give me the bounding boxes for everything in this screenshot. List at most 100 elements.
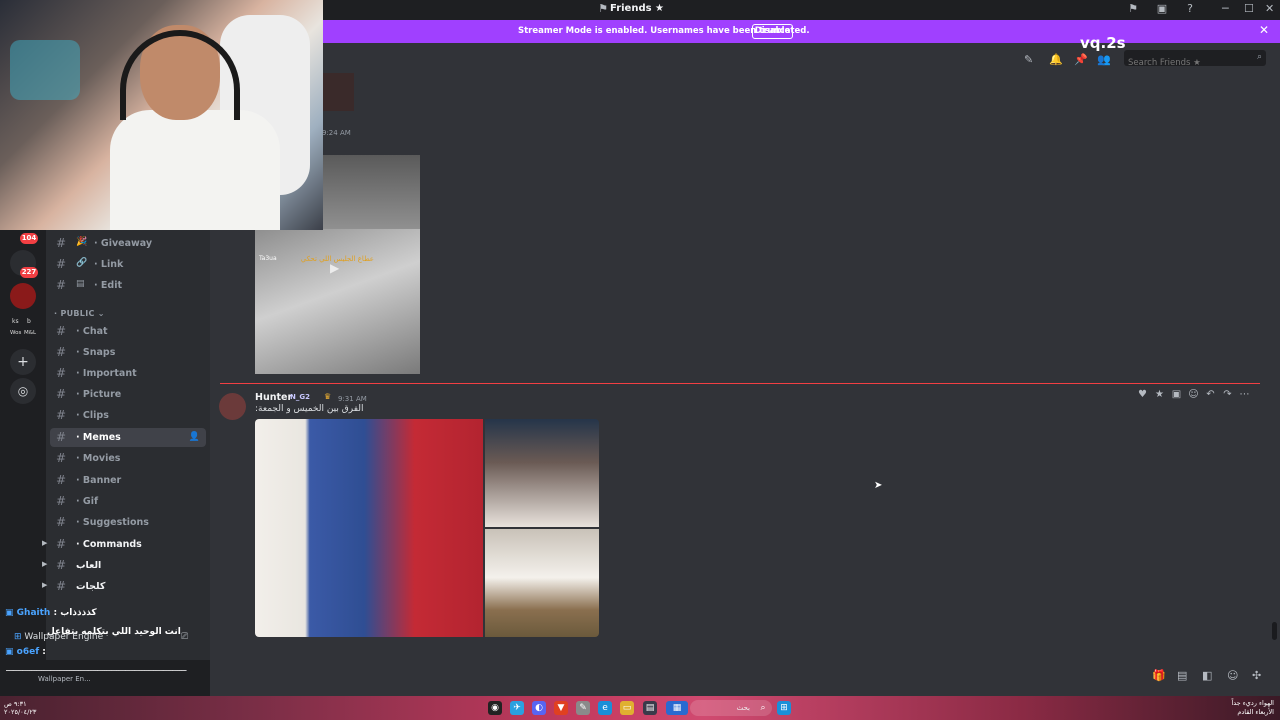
channel-banner[interactable]: # · Banner: [50, 471, 206, 490]
channel-label: كلجات: [76, 581, 106, 592]
channel-label: · Gif: [76, 496, 99, 507]
search-input[interactable]: [1124, 55, 1244, 71]
apps-icon[interactable]: ✣: [1252, 669, 1261, 682]
forward-icon[interactable]: ↷: [1219, 389, 1236, 400]
channel-words[interactable]: ▶ # كلجات: [42, 577, 206, 596]
image-attachment-grid: [255, 419, 599, 637]
maximize-button[interactable]: ☐: [1244, 2, 1254, 15]
channel-giveaway[interactable]: # 🎉 · Giveaway: [50, 234, 206, 253]
window-title: Friends ★: [610, 3, 665, 14]
star-reaction-icon[interactable]: ★: [1151, 389, 1168, 400]
help-icon[interactable]: ?: [1184, 3, 1196, 15]
server-label: b: [27, 318, 31, 325]
app-icon[interactable]: ▦: [666, 701, 688, 715]
invite-icon[interactable]: 👤: [189, 432, 200, 442]
search-icon: ⌕: [1256, 52, 1262, 62]
message-timestamp: 9:24 AM: [322, 129, 351, 137]
link-icon: 🔗: [76, 258, 88, 268]
server-label: ks: [12, 318, 19, 325]
webcam-person-shirt: [110, 110, 280, 230]
start-icon[interactable]: ⊞: [777, 701, 791, 715]
gif-icon[interactable]: ▤: [1177, 669, 1187, 682]
channel-snaps[interactable]: # · Snaps: [50, 343, 206, 362]
channel-memes[interactable]: # · Memes 👤: [50, 428, 206, 447]
chat-line: ▣ Ghaith : كذذذذاب: [5, 608, 97, 618]
inbox-icon[interactable]: ▣: [1156, 3, 1168, 15]
expand-arrow-icon[interactable]: ▶: [42, 539, 47, 547]
channel-chat[interactable]: # · Chat: [50, 322, 206, 341]
sticker-icon[interactable]: ◧: [1202, 669, 1212, 682]
threads-icon[interactable]: ✎: [1024, 53, 1033, 66]
channel-games[interactable]: ▶ # العاب: [42, 556, 206, 575]
server-rail: 104 227 ks b Wos M&L + ◎: [0, 230, 46, 660]
channel-commands[interactable]: ▶ # · Commands: [42, 535, 206, 554]
emoji-icon[interactable]: ☺: [1227, 669, 1238, 682]
telegram-icon[interactable]: ✈: [510, 701, 524, 715]
hash-icon: #: [56, 278, 67, 292]
channel-movies[interactable]: # · Movies: [50, 449, 206, 468]
category-public[interactable]: · PUBLIC ⌄: [54, 309, 105, 318]
reply-icon[interactable]: ↶: [1202, 389, 1219, 400]
minimize-button[interactable]: ─: [1222, 2, 1229, 15]
screen: { "window": { "title": "Friends", "title…: [0, 0, 1280, 720]
explore-servers-icon[interactable]: ◎: [10, 378, 36, 404]
app-icon[interactable]: ✎: [576, 701, 590, 715]
search-box[interactable]: ⌕: [1124, 50, 1266, 71]
channel-gif[interactable]: # · Gif: [50, 492, 206, 511]
channel-label: · Giveaway: [94, 238, 153, 249]
weather-widget[interactable]: الهواء رديء جداً الأربعاء القادم: [1212, 699, 1274, 717]
add-server-icon[interactable]: +: [10, 349, 36, 375]
disable-streamer-mode-button[interactable]: Disable: [752, 24, 793, 39]
channel-link[interactable]: # 🔗 · Link: [50, 255, 206, 274]
chat-line: ▣ o6ef :: [5, 647, 46, 657]
hash-icon: #: [56, 473, 67, 487]
message-actions: ♥ ★ ▣ ☺ ↶ ↷ ⋯: [1134, 382, 1260, 400]
hash-icon: #: [56, 257, 67, 271]
channel-label: · Important: [76, 368, 137, 379]
add-reaction-icon[interactable]: ☺: [1185, 389, 1202, 400]
member-list-icon[interactable]: 👥: [1097, 53, 1111, 66]
message-text: الفرق بين الخميس و الجمعة:: [255, 404, 364, 414]
play-icon[interactable]: ▶: [330, 261, 339, 275]
channel-important[interactable]: # · Important: [50, 364, 206, 383]
friends-icon: ⚑: [598, 2, 608, 15]
image-attachment-3[interactable]: [485, 529, 599, 637]
folder-icon[interactable]: ▭: [620, 701, 634, 715]
more-options-icon[interactable]: ⋯: [1236, 389, 1253, 400]
server-label: Wos: [10, 330, 22, 336]
channel-label: العاب: [76, 560, 102, 571]
chrome-icon[interactable]: ◉: [488, 701, 502, 715]
video-watermark: Ta3ua: [259, 255, 277, 262]
channel-suggestions[interactable]: # · Suggestions: [50, 513, 206, 532]
hash-icon: #: [56, 579, 67, 593]
notification-bell-icon[interactable]: 🔔: [1049, 53, 1063, 66]
hash-icon: #: [56, 537, 67, 551]
pinned-messages-icon[interactable]: 📌: [1074, 53, 1088, 66]
heart-reaction-icon[interactable]: ♥: [1134, 389, 1151, 400]
screen-share-icon[interactable]: ⎚: [181, 632, 188, 642]
channel-picture[interactable]: # · Picture: [50, 385, 206, 404]
gift-icon[interactable]: 🎁: [1152, 669, 1166, 682]
edge-icon[interactable]: e: [598, 701, 612, 715]
app-icon[interactable]: ▤: [643, 701, 657, 715]
expand-arrow-icon[interactable]: ▶: [42, 560, 47, 568]
avatar[interactable]: [219, 393, 246, 420]
scrollbar[interactable]: [1272, 622, 1277, 640]
banner-close-icon[interactable]: ✕: [1259, 23, 1269, 37]
message-author[interactable]: Hunter: [255, 392, 292, 403]
channel-label: · Chat: [76, 326, 108, 337]
image-attachment-1[interactable]: [255, 419, 483, 637]
image-reaction-icon[interactable]: ▣: [1168, 389, 1185, 400]
party-icon: 🎉: [76, 237, 88, 247]
channel-clips[interactable]: # · Clips: [50, 406, 206, 425]
wallpaper-engine-app[interactable]: Wallpaper En...: [38, 675, 91, 683]
inbox-flag-icon[interactable]: ⚑: [1127, 3, 1139, 15]
previous-image-thumbnail[interactable]: [322, 73, 354, 111]
expand-arrow-icon[interactable]: ▶: [42, 581, 47, 589]
brave-icon[interactable]: ▼: [554, 701, 568, 715]
close-window-button[interactable]: ✕: [1265, 2, 1274, 15]
server-icon[interactable]: [10, 283, 36, 309]
discord-icon[interactable]: ◐: [532, 701, 546, 715]
channel-edit[interactable]: # ▤ · Edit: [50, 276, 206, 295]
image-attachment-2[interactable]: [485, 419, 599, 527]
